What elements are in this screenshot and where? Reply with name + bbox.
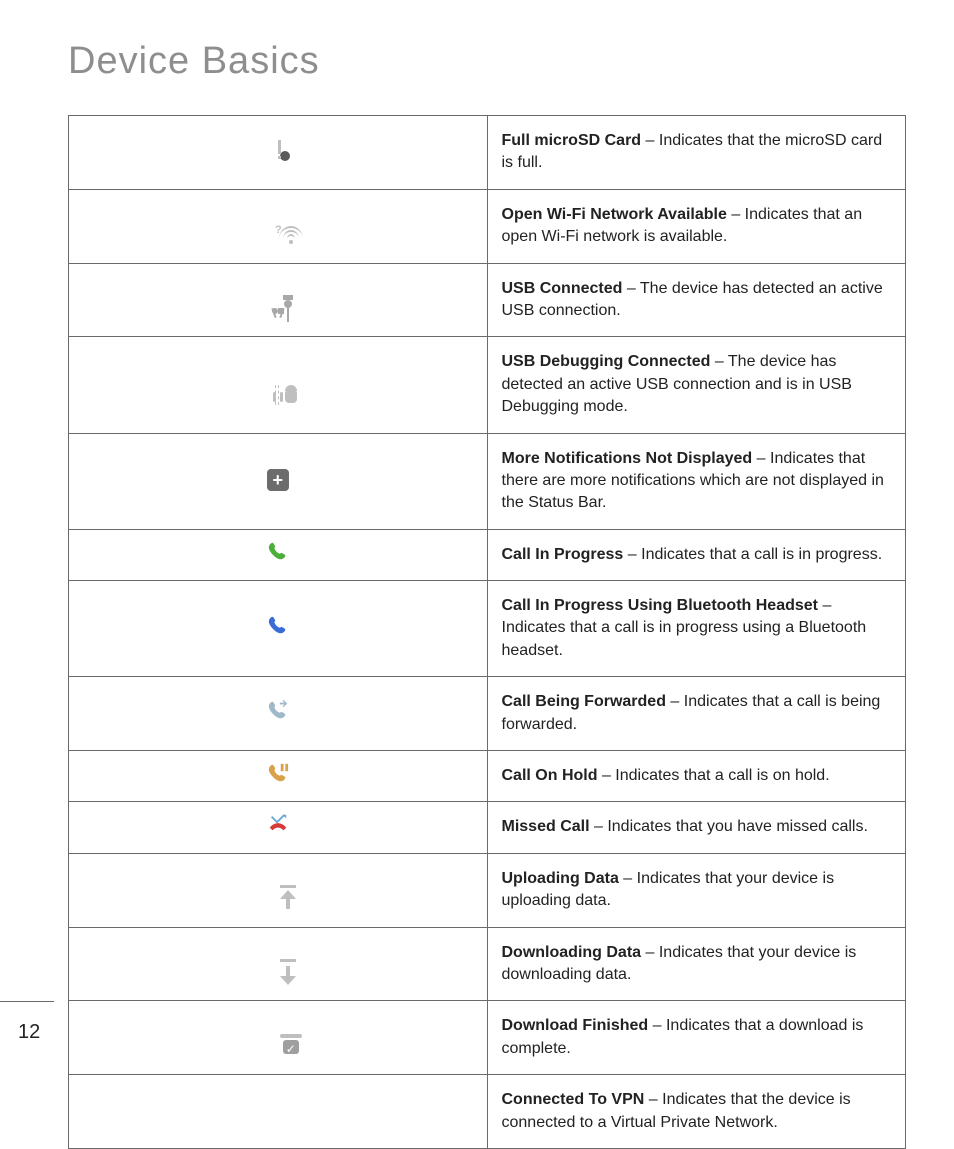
row-text: Open Wi-Fi Network Available – Indicates… — [487, 189, 906, 263]
page-title: Device Basics — [68, 40, 906, 83]
table-row: Downloading Data – Indicates that your d… — [69, 927, 906, 1001]
table-row: Call In Progress Using Bluetooth Headset… — [69, 581, 906, 677]
manual-page: Device Basics Full microSD Card – Indica… — [0, 0, 954, 1074]
table-row: USB Connected – The device has detected … — [69, 263, 906, 337]
row-text: Downloading Data – Indicates that your d… — [487, 927, 906, 1001]
row-text: More Notifications Not Displayed – Indic… — [487, 433, 906, 529]
page-number: 12 — [18, 1021, 40, 1044]
footer-rule — [0, 1001, 54, 1002]
table-row: Missed Call – Indicates that you have mi… — [69, 802, 906, 853]
status-icons-table: Full microSD Card – Indicates that the m… — [68, 115, 906, 1149]
missed-call-icon — [69, 802, 488, 853]
table-row: Call In Progress – Indicates that a call… — [69, 529, 906, 580]
row-text: Connected To VPN – Indicates that the de… — [487, 1075, 906, 1149]
open-wifi-icon: ? — [69, 189, 488, 263]
more-notifications-icon: + — [69, 433, 488, 529]
row-text: Missed Call – Indicates that you have mi… — [487, 802, 906, 853]
status-icons-tbody: Full microSD Card – Indicates that the m… — [69, 116, 906, 1149]
table-row: USB Debugging Connected – The device has… — [69, 337, 906, 433]
row-text: Call In Progress – Indicates that a call… — [487, 529, 906, 580]
usb-debugging-icon — [69, 337, 488, 433]
full-microsd-icon — [69, 116, 488, 190]
usb-connected-icon — [69, 263, 488, 337]
download-finished-icon: ✓ — [69, 1001, 488, 1075]
row-text: Download Finished – Indicates that a dow… — [487, 1001, 906, 1075]
downloading-data-icon — [69, 927, 488, 1001]
row-text: USB Connected – The device has detected … — [487, 263, 906, 337]
connected-to-vpn-icon — [69, 1075, 488, 1149]
row-text: Call In Progress Using Bluetooth Headset… — [487, 581, 906, 677]
call-forwarded-icon — [69, 677, 488, 751]
row-text: Call Being Forwarded – Indicates that a … — [487, 677, 906, 751]
row-text: Uploading Data – Indicates that your dev… — [487, 853, 906, 927]
row-text: Full microSD Card – Indicates that the m… — [487, 116, 906, 190]
call-in-progress-icon — [69, 529, 488, 580]
table-row: Call On Hold – Indicates that a call is … — [69, 751, 906, 802]
table-row: Connected To VPN – Indicates that the de… — [69, 1075, 906, 1149]
table-row: Uploading Data – Indicates that your dev… — [69, 853, 906, 927]
call-on-hold-icon — [69, 751, 488, 802]
row-text: USB Debugging Connected – The device has… — [487, 337, 906, 433]
table-row: Call Being Forwarded – Indicates that a … — [69, 677, 906, 751]
table-row: + More Notifications Not Displayed – Ind… — [69, 433, 906, 529]
call-bluetooth-icon — [69, 581, 488, 677]
table-row: ? Open Wi-Fi Network Available – Indicat… — [69, 189, 906, 263]
table-row: Full microSD Card – Indicates that the m… — [69, 116, 906, 190]
row-text: Call On Hold – Indicates that a call is … — [487, 751, 906, 802]
table-row: ✓ Download Finished – Indicates that a d… — [69, 1001, 906, 1075]
uploading-data-icon — [69, 853, 488, 927]
